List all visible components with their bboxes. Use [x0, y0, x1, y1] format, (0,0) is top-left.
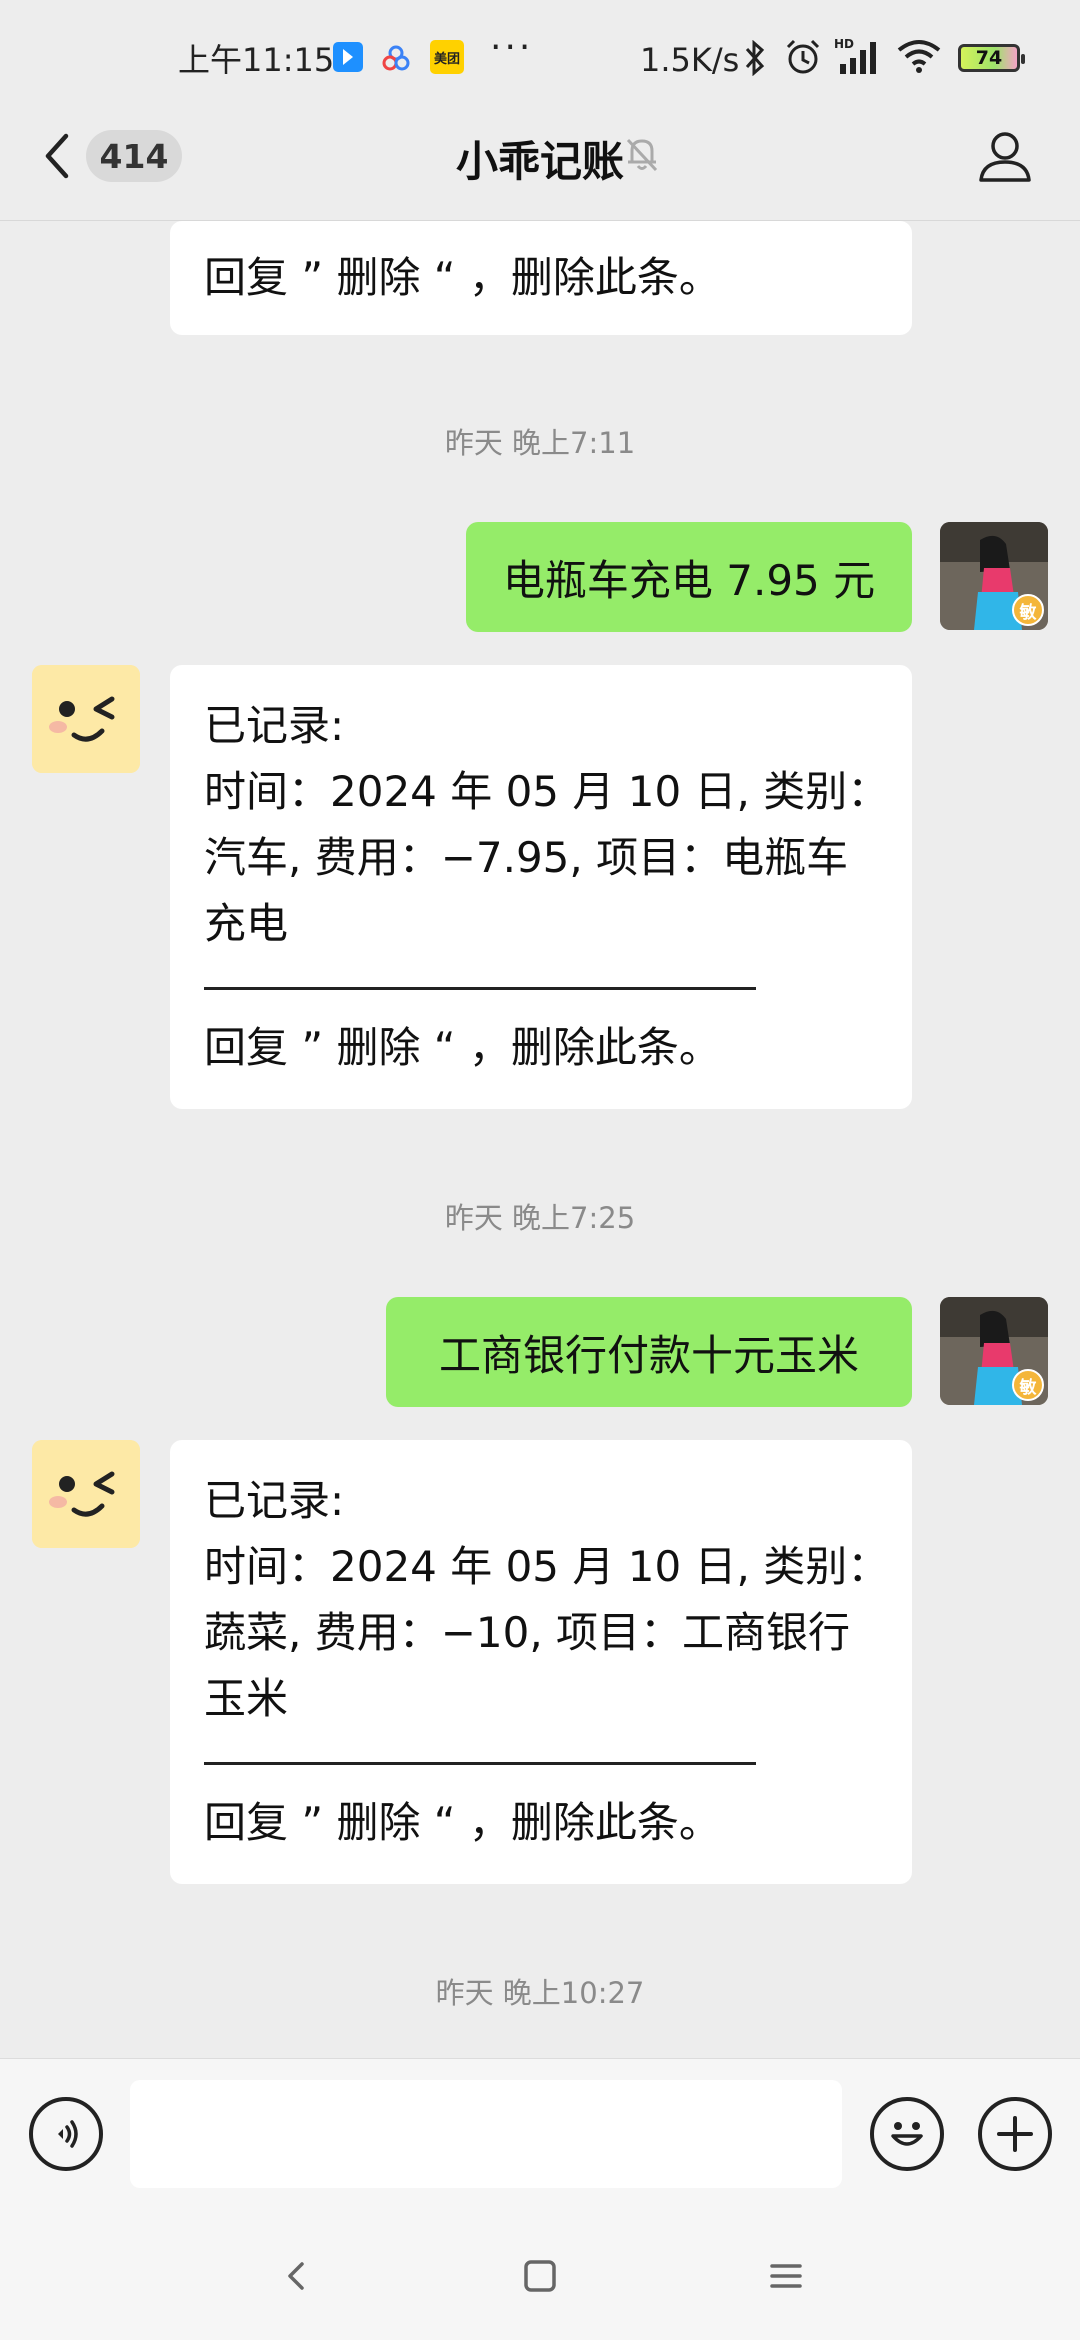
nav-menu-icon[interactable]	[766, 2256, 806, 2296]
bot-message[interactable]: 已记录: 时间：2024 年 05 月 10 日, 类别： 蔬菜, 费用：−10…	[170, 1440, 912, 1884]
bot-message-partial[interactable]: 回复 ” 删除 “ ，删除此条。	[170, 221, 912, 335]
message-line: 汽车, 费用：−7.95, 项目：电瓶车	[204, 833, 849, 882]
signal-icon: HD	[834, 36, 886, 76]
user-avatar[interactable]: 敏	[940, 1297, 1048, 1405]
bot-avatar[interactable]	[32, 1440, 140, 1548]
wink-face-icon	[32, 1440, 140, 1548]
page-title: 小乖记账	[455, 137, 624, 186]
timestamp: 昨天 晚上7:25	[444, 1201, 636, 1235]
wifi-icon	[896, 38, 942, 74]
message-line: 玉米	[204, 1674, 289, 1723]
profile-icon[interactable]	[975, 126, 1035, 186]
timestamp: 昨天 晚上10:27	[435, 1976, 645, 2010]
meituan-label: 美团	[433, 51, 460, 67]
message-text: 回复 ” 删除 “ ，删除此条。	[204, 253, 721, 302]
message-text: 电瓶车充电 7.95 元	[502, 555, 876, 605]
message-line: 已记录:	[204, 701, 345, 750]
svg-text:HD: HD	[834, 37, 854, 51]
message-text: 工商银行付款十元玉米	[438, 1330, 859, 1380]
message-input[interactable]	[130, 2080, 842, 2188]
emoji-icon[interactable]	[870, 2097, 944, 2171]
message-line: 充电	[204, 899, 289, 948]
message-divider	[204, 987, 756, 990]
wink-face-icon	[32, 665, 140, 773]
message-line: 已记录:	[204, 1476, 345, 1525]
sent-message[interactable]: 工商银行付款十元玉米	[386, 1297, 912, 1407]
alarm-icon	[784, 38, 822, 76]
voice-icon[interactable]	[29, 2097, 103, 2171]
message-footer: 回复 ” 删除 “ ，删除此条。	[204, 1798, 721, 1847]
message-line: 蔬菜, 费用：−10, 项目：工商银行	[204, 1608, 851, 1657]
bot-avatar[interactable]	[32, 665, 140, 773]
nav-home-icon[interactable]	[520, 2256, 560, 2296]
bot-message[interactable]: 已记录: 时间：2024 年 05 月 10 日, 类别： 汽车, 费用：−7.…	[170, 665, 912, 1109]
message-footer: 回复 ” 删除 “ ，删除此条。	[204, 1023, 721, 1072]
app-notification-icon	[333, 42, 363, 72]
net-speed: 1.5K/s	[640, 41, 740, 79]
message-divider	[204, 1762, 756, 1765]
timestamp: 昨天 晚上7:11	[444, 426, 636, 460]
message-line: 时间：2024 年 05 月 10 日, 类别：	[204, 767, 890, 816]
nav-back-icon[interactable]	[278, 2254, 314, 2298]
battery-level: 74	[975, 47, 1003, 69]
meituan-icon: 美团	[430, 40, 464, 74]
avatar-badge: 敏	[1012, 594, 1044, 626]
mute-bell-icon	[622, 134, 662, 174]
status-time: 上午11:15	[178, 41, 335, 79]
avatar-badge: 敏	[1012, 1369, 1044, 1401]
baidu-icon	[380, 42, 412, 74]
battery-icon: 74	[958, 44, 1025, 72]
message-line: 时间：2024 年 05 月 10 日, 类别：	[204, 1542, 890, 1591]
user-avatar[interactable]: 敏	[940, 522, 1048, 630]
status-bar: 上午11:15 美团 ··· 1.5K/s HD 74	[0, 0, 1080, 120]
plus-icon[interactable]	[978, 2097, 1052, 2171]
bluetooth-icon	[742, 38, 768, 78]
more-dots-icon: ···	[490, 27, 534, 68]
sent-message[interactable]: 电瓶车充电 7.95 元	[466, 522, 912, 632]
